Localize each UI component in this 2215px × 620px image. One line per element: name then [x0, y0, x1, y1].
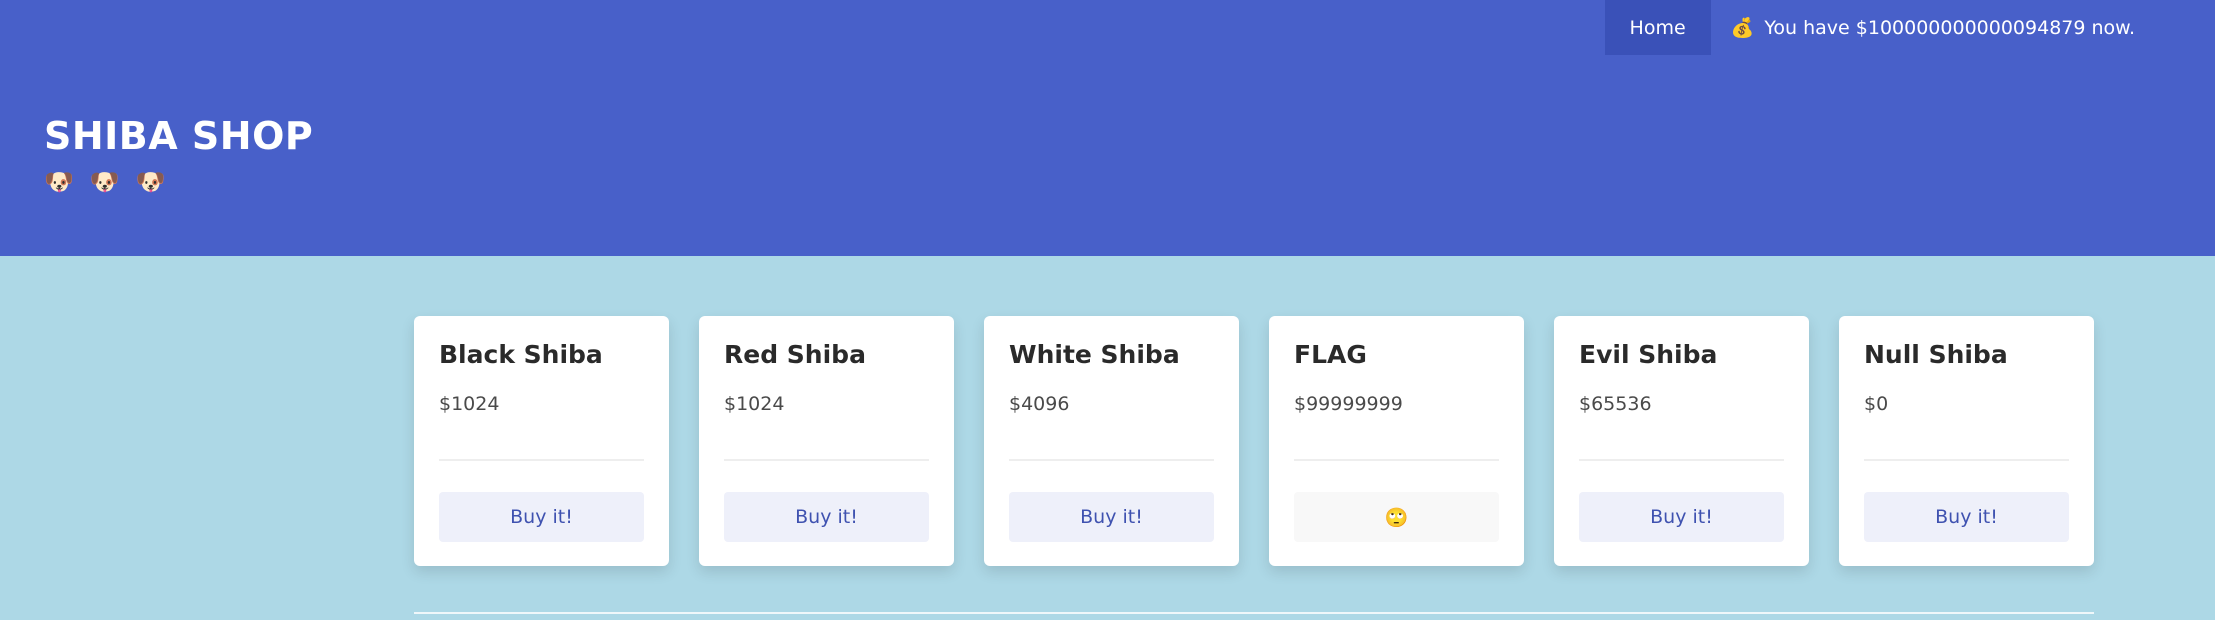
- balance-text: You have $100000000000094879 now.: [1764, 16, 2135, 39]
- product-card-white-shiba: White Shiba $4096 Buy it!: [984, 316, 1239, 566]
- buy-button[interactable]: Buy it!: [1009, 492, 1214, 542]
- shop-title: SHIBA SHOP: [44, 114, 314, 158]
- top-navigation: Home 💰 You have $100000000000094879 now.: [1604, 0, 2135, 55]
- product-price: $1024: [439, 393, 500, 415]
- card-divider: [1294, 459, 1499, 461]
- product-price: $65536: [1579, 393, 1652, 415]
- product-name: FLAG: [1294, 340, 1367, 369]
- card-divider: [439, 459, 644, 461]
- product-name: Null Shiba: [1864, 340, 2008, 369]
- product-grid: Black Shiba $1024 Buy it! Red Shiba $102…: [414, 316, 2094, 566]
- dog-icon: 🐶: [44, 168, 74, 196]
- product-price: $4096: [1009, 393, 1070, 415]
- hero-banner: Home 💰 You have $100000000000094879 now.…: [0, 0, 2215, 256]
- product-price: $0: [1864, 393, 1889, 415]
- card-divider: [1579, 459, 1784, 461]
- card-divider: [724, 459, 929, 461]
- dog-icon: 🐶: [89, 168, 120, 196]
- card-divider: [1009, 459, 1214, 461]
- card-divider: [1864, 459, 2069, 461]
- buy-button[interactable]: Buy it!: [1579, 492, 1784, 542]
- product-card-flag: FLAG $99999999 🙄: [1269, 316, 1524, 566]
- dog-icon: 🐶: [135, 168, 166, 196]
- product-price: $1024: [724, 393, 785, 415]
- nav-home-link[interactable]: Home: [1604, 0, 1711, 55]
- product-name: Evil Shiba: [1579, 340, 1718, 369]
- balance-indicator: 💰 You have $100000000000094879 now.: [1711, 0, 2135, 55]
- product-card-red-shiba: Red Shiba $1024 Buy it!: [699, 316, 954, 566]
- product-name: Red Shiba: [724, 340, 866, 369]
- product-name: White Shiba: [1009, 340, 1180, 369]
- product-price: $99999999: [1294, 393, 1403, 415]
- product-name: Black Shiba: [439, 340, 603, 369]
- section-divider: [414, 612, 2094, 614]
- dog-icons-row: 🐶 🐶 🐶: [44, 168, 166, 196]
- product-card-evil-shiba: Evil Shiba $65536 Buy it!: [1554, 316, 1809, 566]
- buy-button[interactable]: Buy it!: [1864, 492, 2069, 542]
- buy-button-disabled[interactable]: 🙄: [1294, 492, 1499, 542]
- buy-button[interactable]: Buy it!: [724, 492, 929, 542]
- money-bag-icon: 💰: [1730, 17, 1755, 39]
- product-card-null-shiba: Null Shiba $0 Buy it!: [1839, 316, 2094, 566]
- buy-button[interactable]: Buy it!: [439, 492, 644, 542]
- product-card-black-shiba: Black Shiba $1024 Buy it!: [414, 316, 669, 566]
